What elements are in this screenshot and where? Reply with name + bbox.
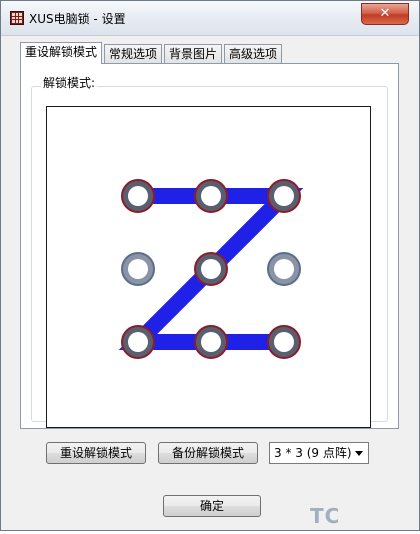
svg-text:TC: TC bbox=[310, 504, 340, 528]
pattern-node-3[interactable] bbox=[267, 179, 301, 213]
app-lock-icon bbox=[10, 11, 24, 25]
chevron-down-icon[interactable] bbox=[355, 451, 363, 456]
watermark-graphic: TC bbox=[310, 504, 340, 528]
pattern-graphic[interactable] bbox=[47, 107, 370, 427]
pattern-node-5[interactable] bbox=[194, 252, 228, 286]
grid-size-value: 3 * 3 (9 点阵) bbox=[274, 446, 352, 460]
backup-unlock-mode-button[interactable]: 备份解锁模式 bbox=[158, 442, 258, 464]
pattern-node-2[interactable] bbox=[194, 179, 228, 213]
ok-button[interactable]: 确定 bbox=[163, 495, 261, 517]
tab-general-options[interactable]: 常规选项 bbox=[104, 44, 162, 63]
watermark-logo: TC bbox=[304, 501, 418, 529]
pattern-node-8[interactable] bbox=[194, 325, 228, 359]
window-title: XUS电脑锁 - 设置 bbox=[29, 12, 126, 26]
grid-size-select[interactable]: 3 * 3 (9 点阵) bbox=[269, 442, 369, 464]
pattern-node-7[interactable] bbox=[121, 325, 155, 359]
tab-reset-unlock-mode[interactable]: 重设解锁模式 bbox=[20, 42, 102, 64]
tab-background-image[interactable]: 背景图片 bbox=[164, 44, 222, 63]
pattern-node-1[interactable] bbox=[121, 179, 155, 213]
reset-unlock-mode-button[interactable]: 重设解锁模式 bbox=[46, 442, 146, 464]
settings-window: XUS电脑锁 - 设置 ✕ 重设解锁模式 常规选项 背景图片 高级选项 解锁模式… bbox=[0, 0, 420, 531]
pattern-canvas[interactable] bbox=[46, 106, 371, 428]
pattern-node-9[interactable] bbox=[267, 325, 301, 359]
pattern-node-6[interactable] bbox=[267, 252, 301, 286]
pattern-node-4[interactable] bbox=[121, 252, 155, 286]
tab-advanced-options[interactable]: 高级选项 bbox=[224, 44, 282, 63]
close-button[interactable]: ✕ bbox=[361, 3, 409, 25]
unlock-mode-label: 解锁模式: bbox=[41, 74, 98, 91]
title-bar[interactable]: XUS电脑锁 - 设置 ✕ bbox=[1, 1, 419, 36]
